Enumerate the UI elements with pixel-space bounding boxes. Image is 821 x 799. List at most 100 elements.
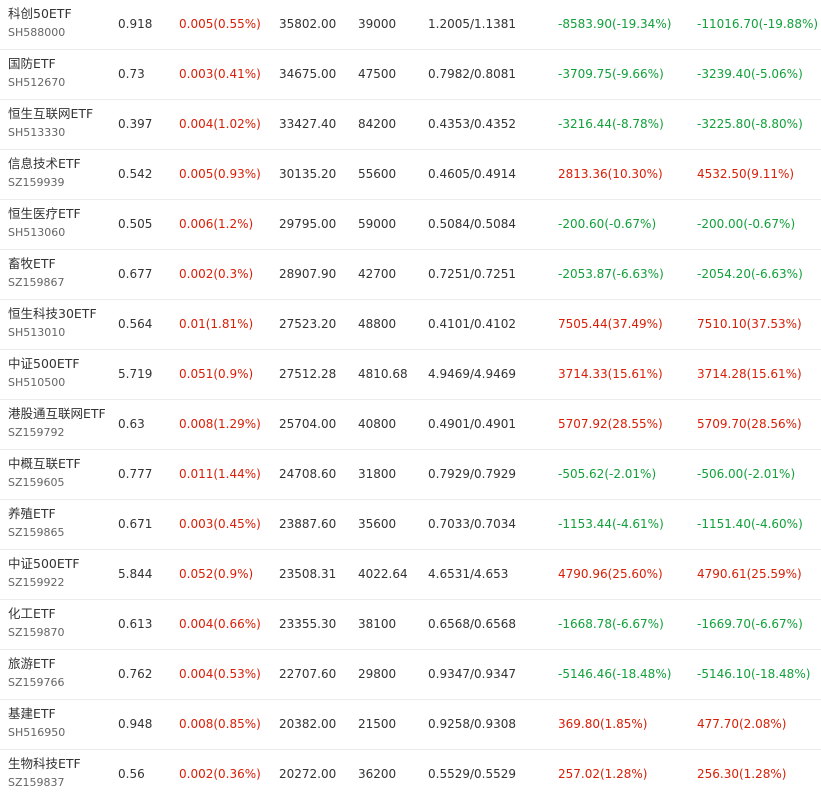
fund-name-cell[interactable]: 中证500ETF SH510500: [8, 355, 106, 391]
fund-name-cell[interactable]: 旅游ETF SZ159766: [8, 655, 106, 691]
volume-cell: 35600: [358, 517, 397, 531]
table-row[interactable]: 中证500ETF SH510500 5.719 0.051(0.9%) 27512.28…: [0, 350, 821, 400]
price-cell: 0.777: [118, 467, 153, 481]
amount-cell: 23887.60: [279, 517, 337, 531]
fund-name-link[interactable]: 恒生医疗ETF: [8, 205, 106, 223]
change-cell: 0.051(0.9%): [179, 367, 254, 381]
iopv-cell: 0.9258/0.9308: [428, 717, 517, 731]
fund-name-link[interactable]: 科创50ETF: [8, 5, 106, 23]
table-row[interactable]: 恒生科技30ETF SH513010 0.564 0.01(1.81%) 27523.2…: [0, 300, 821, 350]
fund-name-link[interactable]: 信息技术ETF: [8, 155, 106, 173]
fund-name-link[interactable]: 旅游ETF: [8, 655, 106, 673]
premium-cell-2: -3225.80(-8.80%): [697, 117, 803, 131]
fund-name-cell[interactable]: 中概互联ETF SZ159605: [8, 455, 106, 491]
fund-name-link[interactable]: 基建ETF: [8, 705, 106, 723]
volume-cell: 39000: [358, 17, 397, 31]
fund-name-cell[interactable]: 港股通互联网ETF SZ159792: [8, 405, 106, 441]
iopv-cell: 0.4101/0.4102: [428, 317, 517, 331]
volume-cell: 84200: [358, 117, 397, 131]
table-row[interactable]: 科创50ETF SH588000 0.918 0.005(0.55%) 35802.00…: [0, 0, 821, 50]
fund-name-link[interactable]: 港股通互联网ETF: [8, 405, 106, 423]
price-cell: 0.63: [118, 417, 145, 431]
change-cell: 0.004(0.53%): [179, 667, 261, 681]
premium-cell-2: -1669.70(-6.67%): [697, 617, 803, 631]
table-row[interactable]: 旅游ETF SZ159766 0.762 0.004(0.53%) 22707.60 29…: [0, 650, 821, 700]
change-cell: 0.004(0.66%): [179, 617, 261, 631]
premium-cell-2: -1151.40(-4.60%): [697, 517, 803, 531]
iopv-cell: 4.6531/4.653: [428, 567, 509, 581]
table-row[interactable]: 中概互联ETF SZ159605 0.777 0.011(1.44%) 24708.60…: [0, 450, 821, 500]
premium-cell-2: 7510.10(37.53%): [697, 317, 802, 331]
iopv-cell: 0.4605/0.4914: [428, 167, 517, 181]
fund-name-link[interactable]: 国防ETF: [8, 55, 106, 73]
price-cell: 0.73: [118, 67, 145, 81]
fund-name-link[interactable]: 中证500ETF: [8, 355, 106, 373]
fund-name-link[interactable]: 恒生互联网ETF: [8, 105, 106, 123]
fund-name-cell[interactable]: 养殖ETF SZ159865: [8, 505, 106, 541]
iopv-cell: 0.9347/0.9347: [428, 667, 517, 681]
fund-name-cell[interactable]: 中证500ETF SZ159922: [8, 555, 106, 591]
fund-name-cell[interactable]: 国防ETF SH512670: [8, 55, 106, 91]
premium-cell-2: 477.70(2.08%): [697, 717, 787, 731]
amount-cell: 35802.00: [279, 17, 337, 31]
fund-code: SZ159837: [8, 776, 65, 789]
fund-name-link[interactable]: 化工ETF: [8, 605, 106, 623]
amount-cell: 29795.00: [279, 217, 337, 231]
table-row[interactable]: 中证500ETF SZ159922 5.844 0.052(0.9%) 23508.31…: [0, 550, 821, 600]
amount-cell: 27523.20: [279, 317, 337, 331]
volume-cell: 4810.68: [358, 367, 408, 381]
fund-name-cell[interactable]: 生物科技ETF SZ159837: [8, 755, 106, 791]
premium-cell-1: -2053.87(-6.63%): [558, 267, 664, 281]
fund-name-cell[interactable]: 恒生科技30ETF SH513010: [8, 305, 106, 341]
price-cell: 0.613: [118, 617, 153, 631]
table-row[interactable]: 恒生互联网ETF SH513330 0.397 0.004(1.02%) 33427.4…: [0, 100, 821, 150]
iopv-cell: 0.5084/0.5084: [428, 217, 517, 231]
table-row[interactable]: 基建ETF SH516950 0.948 0.008(0.85%) 20382.00 21…: [0, 700, 821, 750]
price-cell: 0.56: [118, 767, 145, 781]
table-row[interactable]: 化工ETF SZ159870 0.613 0.004(0.66%) 23355.30 38…: [0, 600, 821, 650]
price-cell: 0.542: [118, 167, 153, 181]
table-row[interactable]: 畜牧ETF SZ159867 0.677 0.002(0.3%) 28907.90 427…: [0, 250, 821, 300]
premium-cell-2: 4790.61(25.59%): [697, 567, 802, 581]
table-row[interactable]: 信息技术ETF SZ159939 0.542 0.005(0.93%) 30135.20…: [0, 150, 821, 200]
fund-code: SH512670: [8, 76, 66, 89]
table-row[interactable]: 国防ETF SH512670 0.73 0.003(0.41%) 34675.00 475…: [0, 50, 821, 100]
fund-name-cell[interactable]: 恒生医疗ETF SH513060: [8, 205, 106, 241]
fund-code: SH513330: [8, 126, 66, 139]
fund-code: SZ159605: [8, 476, 65, 489]
fund-name-cell[interactable]: 基建ETF SH516950: [8, 705, 106, 741]
fund-name-link[interactable]: 中概互联ETF: [8, 455, 106, 473]
fund-name-link[interactable]: 中证500ETF: [8, 555, 106, 573]
fund-name-cell[interactable]: 信息技术ETF SZ159939: [8, 155, 106, 191]
price-cell: 0.762: [118, 667, 153, 681]
premium-cell-2: -2054.20(-6.63%): [697, 267, 803, 281]
fund-name-link[interactable]: 恒生科技30ETF: [8, 305, 106, 323]
table-row[interactable]: 港股通互联网ETF SZ159792 0.63 0.008(1.29%) 25704.0…: [0, 400, 821, 450]
table-row[interactable]: 生物科技ETF SZ159837 0.56 0.002(0.36%) 20272.00 3…: [0, 750, 821, 799]
iopv-cell: 0.7982/0.8081: [428, 67, 517, 81]
fund-code: SH513010: [8, 326, 66, 339]
table-row[interactable]: 养殖ETF SZ159865 0.671 0.003(0.45%) 23887.60 35…: [0, 500, 821, 550]
amount-cell: 25704.00: [279, 417, 337, 431]
table-row[interactable]: 恒生医疗ETF SH513060 0.505 0.006(1.2%) 29795.00 5…: [0, 200, 821, 250]
iopv-cell: 0.4901/0.4901: [428, 417, 517, 431]
iopv-cell: 0.5529/0.5529: [428, 767, 517, 781]
price-cell: 0.677: [118, 267, 153, 281]
fund-name-cell[interactable]: 恒生互联网ETF SH513330: [8, 105, 106, 141]
change-cell: 0.01(1.81%): [179, 317, 254, 331]
fund-name-link[interactable]: 生物科技ETF: [8, 755, 106, 773]
change-cell: 0.052(0.9%): [179, 567, 254, 581]
volume-cell: 48800: [358, 317, 397, 331]
amount-cell: 33427.40: [279, 117, 337, 131]
fund-name-cell[interactable]: 化工ETF SZ159870: [8, 605, 106, 641]
fund-name-cell[interactable]: 科创50ETF SH588000: [8, 5, 106, 41]
fund-code: SZ159939: [8, 176, 65, 189]
fund-name-link[interactable]: 养殖ETF: [8, 505, 106, 523]
premium-cell-1: 2813.36(10.30%): [558, 167, 663, 181]
premium-cell-1: 7505.44(37.49%): [558, 317, 663, 331]
volume-cell: 21500: [358, 717, 397, 731]
fund-code: SZ159792: [8, 426, 65, 439]
fund-name-cell[interactable]: 畜牧ETF SZ159867: [8, 255, 106, 291]
etf-table: 科创50ETF SH588000 0.918 0.005(0.55%) 35802.00…: [0, 0, 821, 795]
fund-name-link[interactable]: 畜牧ETF: [8, 255, 106, 273]
